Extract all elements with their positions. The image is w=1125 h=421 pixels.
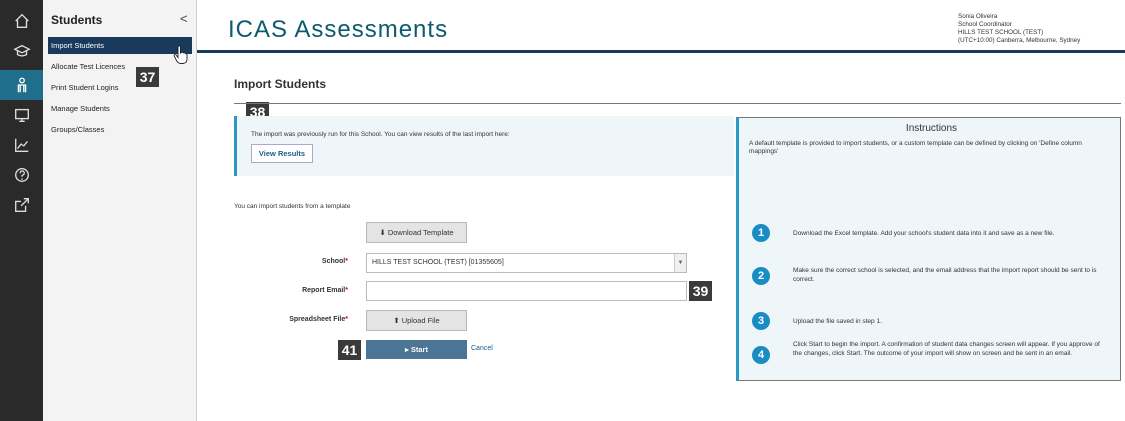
monitor-icon[interactable] xyxy=(0,100,43,130)
step-text: Download the Excel template. Add your sc… xyxy=(793,230,1055,237)
sidebar-item-import-students[interactable]: Import Students xyxy=(48,37,192,54)
step-number: 3 xyxy=(752,312,770,330)
step-number: 2 xyxy=(752,267,770,285)
sidebar-item-print-student-logins[interactable]: Print Student Logins xyxy=(48,79,192,96)
notice-text: The import was previously run for this S… xyxy=(251,131,510,138)
icon-rail xyxy=(0,0,43,421)
hand-cursor-icon xyxy=(173,45,189,70)
step-text: Make sure the correct school is selected… xyxy=(793,267,1097,283)
instructions-intro: A default template is provided to import… xyxy=(749,140,1082,155)
school-label-text: School xyxy=(321,258,346,265)
user-school: HILLS TEST SCHOOL (TEST) xyxy=(958,29,1044,36)
user-role: School Coordinator xyxy=(958,21,1012,28)
school-select[interactable]: HILLS TEST SCHOOL (TEST) [01355605] ▼ xyxy=(366,253,687,273)
download-icon: ⬇ xyxy=(379,228,388,237)
start-button[interactable]: ▸ Start xyxy=(366,340,467,359)
previous-import-notice: The import was previously run for this S… xyxy=(234,116,734,176)
download-template-button[interactable]: ⬇ Download Template xyxy=(366,222,467,243)
cancel-link[interactable]: Cancel xyxy=(471,345,493,352)
school-label: School* xyxy=(228,258,348,265)
student-icon[interactable] xyxy=(0,70,43,100)
chevron-down-icon[interactable]: ▼ xyxy=(674,254,686,272)
report-email-input[interactable] xyxy=(366,281,687,301)
home-icon[interactable] xyxy=(0,6,43,36)
report-email-label-text: Report Email xyxy=(302,287,346,294)
page-title: Import Students xyxy=(234,77,326,91)
user-name: Sonia Oliveira xyxy=(958,13,998,20)
report-email-label: Report Email* xyxy=(228,287,348,294)
sidebar-item-groups-classes[interactable]: Groups/Classes xyxy=(48,121,192,138)
step-number: 4 xyxy=(752,346,770,364)
callout-badge: 39 xyxy=(689,281,712,301)
required-mark: * xyxy=(345,316,348,323)
user-timezone: (UTC+10:00) Canberra, Melbourne, Sydney xyxy=(958,37,1081,44)
view-results-button[interactable]: View Results xyxy=(251,144,313,163)
external-link-icon[interactable] xyxy=(0,190,43,220)
upload-icon: ⬆ xyxy=(393,316,402,325)
callout-badge: 37 xyxy=(136,67,159,87)
step-text: Click Start to begin the import. A confi… xyxy=(793,341,1100,357)
step-number: 1 xyxy=(752,224,770,242)
instructions-panel: Instructions A default template is provi… xyxy=(736,117,1121,381)
chart-icon[interactable] xyxy=(0,130,43,160)
app-brand: ICAS Assessments xyxy=(228,16,449,43)
school-select-value: HILLS TEST SCHOOL (TEST) [01355605] xyxy=(372,259,504,266)
template-hint: You can import students from a template xyxy=(234,203,351,210)
step-text: Upload the file saved in step 1. xyxy=(793,318,882,325)
help-icon[interactable] xyxy=(0,160,43,190)
sidebar-collapse-button[interactable]: < xyxy=(180,11,188,26)
graduation-cap-icon[interactable] xyxy=(0,36,43,66)
spreadsheet-file-label: Spreadsheet File* xyxy=(228,316,348,323)
user-info: Sonia Oliveira School Coordinator HILLS … xyxy=(958,13,1080,45)
start-label: Start xyxy=(410,345,428,354)
sidebar-title: Students xyxy=(51,13,103,27)
sidebar-item-allocate-test-licences[interactable]: Allocate Test Licences xyxy=(48,58,192,75)
callout-badge: 41 xyxy=(338,340,361,360)
instructions-title: Instructions xyxy=(905,123,958,134)
header-divider xyxy=(197,50,1125,53)
required-mark: * xyxy=(345,258,348,265)
spreadsheet-label-text: Spreadsheet File xyxy=(289,316,346,323)
upload-file-button[interactable]: ⬆ Upload File xyxy=(366,310,467,331)
download-template-label: Download Template xyxy=(387,228,454,237)
sidebar-item-manage-students[interactable]: Manage Students xyxy=(48,100,192,117)
upload-file-label: Upload File xyxy=(401,316,440,325)
required-mark: * xyxy=(345,287,348,294)
title-divider xyxy=(234,103,1121,104)
